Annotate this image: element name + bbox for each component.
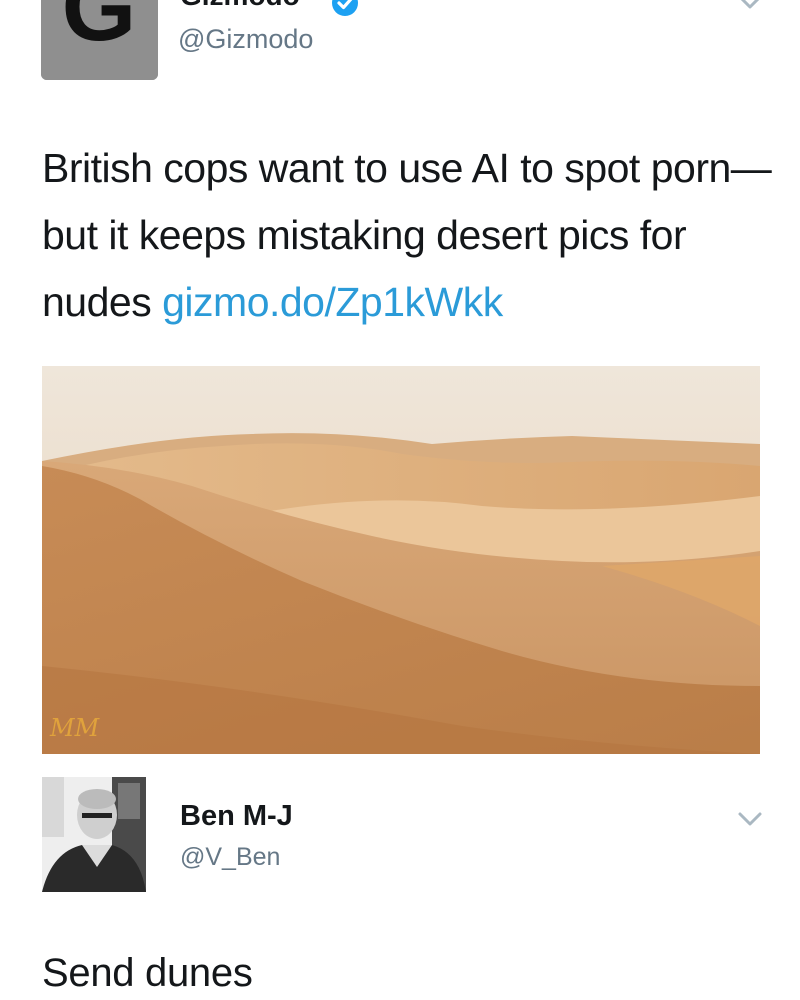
tweet-link[interactable]: gizmo.do/Zp1kWkk: [162, 279, 503, 325]
verified-badge-icon: [330, 0, 360, 18]
reply-text: Send dunes: [42, 951, 253, 995]
tweet-media-image[interactable]: MM: [42, 366, 760, 754]
chevron-down-icon[interactable]: [736, 806, 764, 832]
gizmodo-avatar[interactable]: G: [41, 0, 158, 80]
chevron-down-icon[interactable]: [735, 0, 765, 18]
author-display-name[interactable]: Gizmodo: [180, 0, 300, 12]
tweet-text: British cops want to use AI to spot porn…: [42, 135, 782, 336]
reply-author-handle[interactable]: @V_Ben: [180, 843, 280, 872]
reply-author-avatar[interactable]: [42, 777, 146, 892]
reply-author-display-name[interactable]: Ben M-J: [180, 800, 293, 833]
avatar-letter: G: [62, 0, 137, 61]
author-handle[interactable]: @Gizmodo: [178, 24, 313, 55]
media-watermark: MM: [49, 714, 101, 742]
